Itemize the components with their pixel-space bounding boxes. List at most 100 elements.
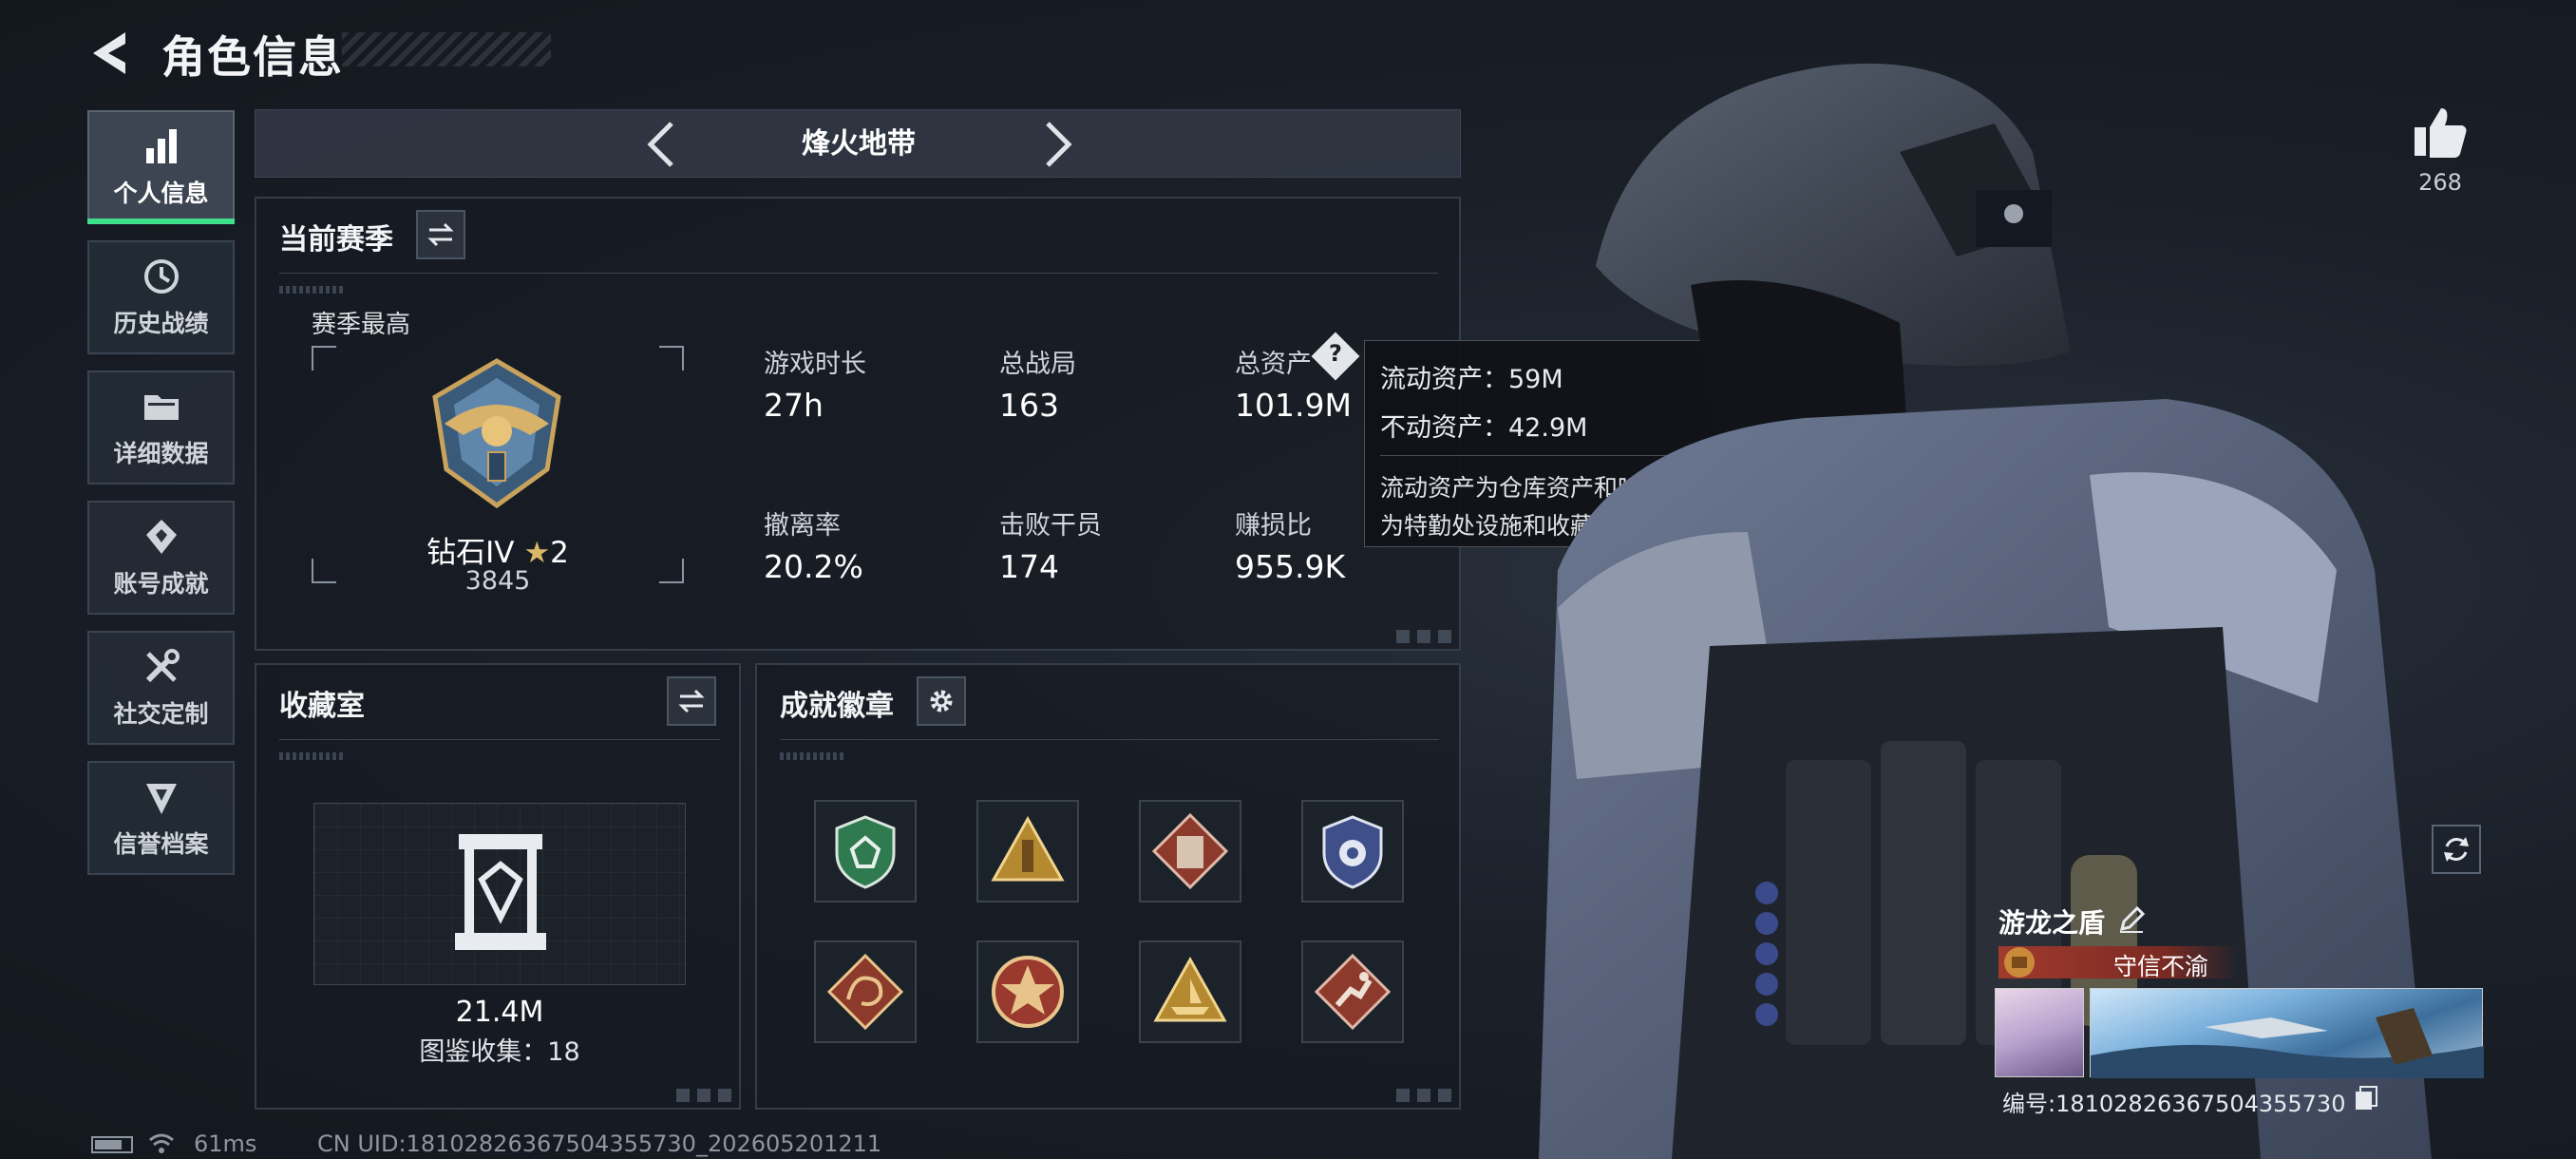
nav-item-reputation[interactable]: 信誉档案 [87,761,235,875]
rank-frame: 钻石IV ★2 3845 [312,346,684,596]
like-count: 268 [2418,169,2462,196]
runner-badge-icon [1314,953,1392,1031]
blue-shield-badge-icon [1322,815,1383,889]
edit-icon[interactable] [2116,904,2147,935]
green-shield-badge-icon [835,815,896,889]
rank-name-line: 钻石IV ★2 [312,528,684,571]
honor-title: 守信不渝 [2112,953,2208,980]
stat-value: 163 [999,387,1059,424]
achievements-panel: 成就徽章 [755,663,1461,1110]
title-decoration [342,32,551,66]
history-icon [143,259,179,294]
rank-name: 钻石IV [426,536,515,570]
collection-title: 收藏室 [279,690,365,723]
nav-item-history[interactable]: 历史战绩 [87,240,235,354]
badge-slot[interactable] [976,800,1079,902]
honor-medal-icon [2004,947,2035,978]
stat-value: 101.9M [1235,387,1352,424]
decoration [279,286,346,294]
nav-item-account-achievements[interactable]: 账号成就 [87,501,235,615]
stat-label: 游戏时长 [764,350,866,379]
achievement-icon [145,520,177,554]
divider [279,739,720,740]
decoration [780,752,846,760]
display-case-icon [455,834,546,950]
player-name: 游龙之盾 [1998,907,2106,939]
badge-slot[interactable] [1139,940,1241,1043]
nav-item-detailed-data[interactable]: 详细数据 [87,370,235,484]
swap-icon [678,689,705,713]
tools-icon [145,649,180,683]
season-switch-button[interactable] [416,210,465,259]
back-icon[interactable] [87,28,137,78]
nav-item-social-custom[interactable]: 社交定制 [87,631,235,745]
nav-item-label: 社交定制 [113,700,209,728]
divider [780,739,1439,740]
achievements-settings-button[interactable] [917,676,966,726]
swap-icon [427,222,454,247]
collection-value: 21.4M [455,996,544,1029]
dragon-badge-icon [826,953,904,1031]
folder-icon [143,395,179,420]
stat-label: 击败干员 [999,511,1102,541]
rank-stars: 2 [550,536,569,570]
stat-value: 20.2% [764,548,863,585]
rank-score: 3845 [464,566,531,596]
banner-art [2091,1008,2484,1078]
badge-slot[interactable] [976,940,1079,1043]
battery-icon [91,1136,133,1153]
refresh-icon [2444,837,2469,862]
player-id: 编号:1810282636750435573​0 [2002,1091,2346,1117]
achievements-title: 成就徽章 [780,690,894,723]
gear-icon [930,690,953,712]
copy-icon[interactable] [2354,1085,2378,1112]
badge-slot[interactable] [1139,800,1241,902]
red-vest-badge-icon [1151,812,1229,890]
star-medal-badge-icon [992,956,1064,1028]
stat-value: 27h [764,387,824,424]
collection-catalog: 图鉴收集：18 [419,1037,580,1067]
season-best-label: 赛季最高 [312,311,411,339]
badge-slot[interactable] [1301,940,1404,1043]
gold-triangle-badge-icon [991,815,1065,882]
decoration [1396,1089,1453,1102]
reputation-icon [145,784,177,814]
stat-label: 总资产 [1235,350,1312,379]
gold-ship-badge-icon [1153,956,1227,1022]
collection-room-preview[interactable] [313,803,686,985]
ping-readout: 61ms [194,1130,257,1157]
collection-panel: 收藏室 21.4M 图鉴收集：18 [255,663,741,1110]
mode-title: 烽火地带 [802,127,916,161]
bar-chart-icon [145,129,177,163]
avatar[interactable] [1995,988,2084,1077]
badge-slot[interactable] [814,940,917,1043]
stat-value: 174 [999,548,1059,585]
rank-emblem-icon [432,358,561,509]
uid-readout: CN UID:1810282636750435573​0_20260520121… [317,1130,882,1157]
wifi-icon [149,1133,174,1153]
thumbs-up-icon[interactable] [2411,103,2470,162]
nav-item-label: 历史战绩 [113,310,209,337]
refresh-button[interactable] [2432,825,2481,874]
nav-item-label: 详细数据 [113,440,209,467]
nav-item-label: 个人信息 [113,180,209,207]
page-title: 角色信息 [161,31,344,83]
decoration [1396,630,1453,643]
nav-item-personal-info[interactable]: 个人信息 [87,110,235,224]
stat-value: 955.9K [1235,548,1346,585]
decoration [279,752,346,760]
season-title: 当前赛季 [279,223,393,256]
chevron-right-icon[interactable] [1031,118,1084,171]
collection-switch-button[interactable] [667,676,716,726]
stat-label: 赚损比 [1235,511,1312,541]
profile-banner[interactable] [2090,988,2484,1078]
stat-label: 总战局 [999,350,1076,379]
badge-slot[interactable] [1301,800,1404,902]
side-nav: 个人信息 历史战绩 详细数据 账号成就 社交定制 信誉档案 [87,110,235,891]
nav-item-label: 账号成就 [113,570,209,598]
decoration [676,1089,733,1102]
mode-selector: 烽火地带 [255,109,1461,178]
stat-label: 撤离率 [764,511,841,541]
star-icon: ★ [523,536,551,570]
badge-slot[interactable] [814,800,917,902]
